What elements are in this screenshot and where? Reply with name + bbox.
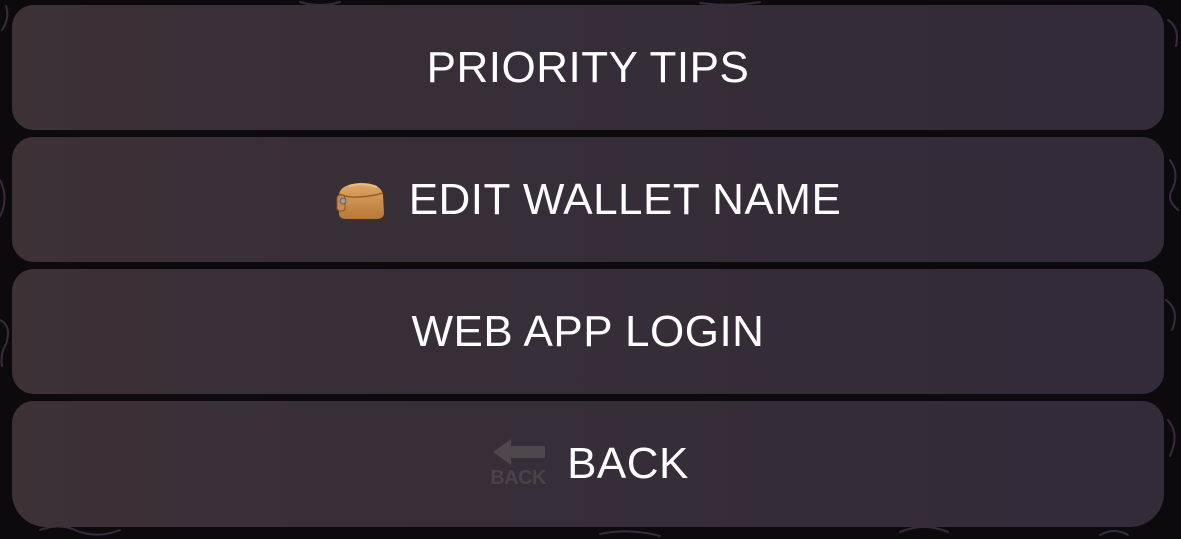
back-label: BACK [567,439,689,488]
web-app-login-button[interactable]: WEB APP LOGIN [12,269,1164,394]
priority-tips-button[interactable]: PRIORITY TIPS [12,5,1164,130]
reply-keyboard: PRIORITY TIPS EDIT WALLET NAME WEB APP L… [12,5,1164,527]
back-arrow-emoji-icon: BACK [487,438,549,490]
purse-emoji-icon [335,180,385,220]
edit-wallet-name-label: EDIT WALLET NAME [408,174,842,224]
edit-wallet-name-button[interactable]: EDIT WALLET NAME [12,137,1164,262]
back-button[interactable]: BACK BACK [12,401,1164,527]
back-icon-caption: BACK [490,467,546,489]
web-app-login-label: WEB APP LOGIN [411,306,765,356]
priority-tips-label: PRIORITY TIPS [426,42,750,92]
